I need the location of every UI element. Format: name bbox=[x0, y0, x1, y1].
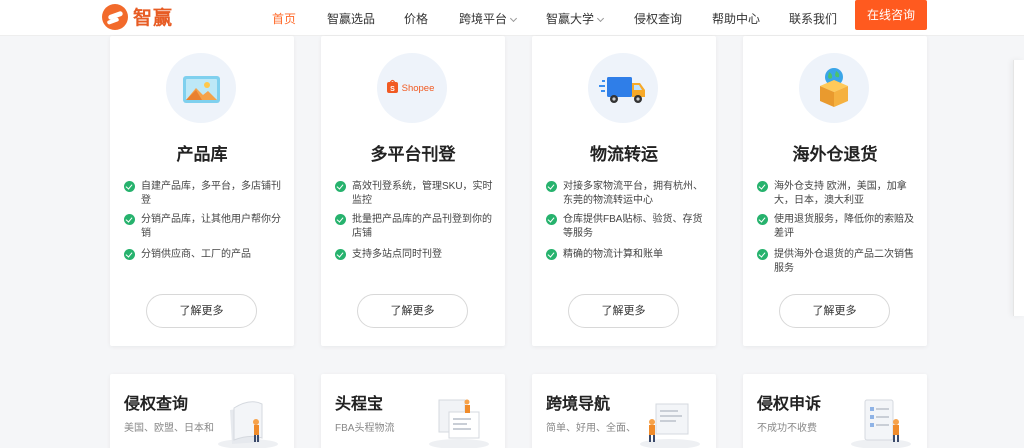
check-circle-icon bbox=[546, 214, 557, 225]
check-circle-icon bbox=[546, 181, 557, 192]
check-circle-icon bbox=[335, 214, 346, 225]
service-card-subtitle: 美国、欧盟、日本和 bbox=[124, 423, 214, 434]
chevron-down-icon bbox=[509, 14, 518, 23]
check-circle-icon bbox=[124, 249, 135, 260]
learn-more-button[interactable]: 了解更多 bbox=[779, 294, 890, 328]
check-circle-icon bbox=[757, 181, 768, 192]
service-card-title: 头程宝 bbox=[335, 396, 384, 413]
feature-card-product-library: 产品库 自建产品库，多平台，多店铺刊登 分销产品库，让其他用户帮你分销 分销供应… bbox=[110, 36, 294, 346]
delivery-truck-icon bbox=[588, 53, 658, 123]
nav-home[interactable]: 首页 bbox=[272, 10, 296, 27]
nav-product-selection[interactable]: 智赢选品 bbox=[327, 10, 375, 27]
card-title: 产品库 bbox=[176, 145, 228, 164]
check-circle-icon bbox=[335, 249, 346, 260]
check-circle-icon bbox=[124, 181, 135, 192]
check-circle-icon bbox=[757, 214, 768, 225]
check-circle-icon bbox=[124, 214, 135, 225]
navigation-board-icon bbox=[640, 403, 700, 448]
service-card-infringement-check[interactable]: 侵权查询 美国、欧盟、日本和 bbox=[110, 374, 294, 448]
service-card-title: 侵权查询 bbox=[124, 396, 189, 413]
service-card-subtitle: FBA头程物流 bbox=[335, 423, 395, 434]
checklist-person-icon bbox=[851, 399, 911, 448]
check-circle-icon bbox=[546, 249, 557, 260]
service-card-cross-border-navigation[interactable]: 跨境导航 简单、好用、全面、 bbox=[532, 374, 716, 448]
shopee-logo-text: Shopee bbox=[402, 83, 435, 94]
floating-sidebar[interactable] bbox=[1013, 60, 1024, 316]
online-consult-button[interactable]: 在线咨询 bbox=[855, 0, 927, 30]
nav-cross-border-platforms[interactable]: 跨境平台 bbox=[459, 10, 518, 27]
feature-card-overseas-returns: 海外仓退货 海外仓支持 欧洲，美国，加拿大，日本，澳大利亚 使用退货服务，降低你… bbox=[743, 36, 927, 346]
service-card-title: 侵权申诉 bbox=[757, 396, 822, 413]
feature-item: 支持多站点同时刊登 bbox=[335, 248, 501, 262]
learn-more-button[interactable]: 了解更多 bbox=[146, 294, 257, 328]
chevron-down-icon bbox=[596, 14, 605, 23]
image-gallery-icon bbox=[166, 53, 236, 123]
feature-item: 对接多家物流平台，拥有杭州、东莞的物流转运中心 bbox=[546, 180, 712, 208]
service-card-infringement-appeal[interactable]: 侵权申诉 不成功不收费 bbox=[743, 374, 927, 448]
feature-item: 精确的物流计算和账单 bbox=[546, 248, 712, 262]
top-header: 智赢 首页 智赢选品 价格 跨境平台 智赢大学 侵权查询 帮助中心 联系我们 在… bbox=[0, 0, 1024, 36]
nav-infringement-check[interactable]: 侵权查询 bbox=[634, 10, 682, 27]
nav-pricing[interactable]: 价格 bbox=[404, 10, 428, 27]
card-title: 物流转运 bbox=[590, 145, 658, 164]
feature-item: 高效刊登系统，管理SKU，实时监控 bbox=[335, 180, 501, 208]
svg-text:S: S bbox=[390, 86, 395, 93]
learn-more-button[interactable]: 了解更多 bbox=[357, 294, 468, 328]
feature-card-logistics: 物流转运 对接多家物流平台，拥有杭州、东莞的物流转运中心 仓库提供FBA贴标、验… bbox=[532, 36, 716, 346]
check-circle-icon bbox=[335, 181, 346, 192]
globe-box-icon bbox=[799, 53, 869, 123]
check-circle-icon bbox=[757, 249, 768, 260]
feature-item: 海外仓支持 欧洲，美国，加拿大，日本，澳大利亚 bbox=[757, 180, 923, 208]
nav-university[interactable]: 智赢大学 bbox=[546, 10, 605, 27]
feature-item: 自建产品库，多平台，多店铺刊登 bbox=[124, 180, 290, 208]
card-title: 海外仓退货 bbox=[792, 145, 878, 164]
service-card-title: 跨境导航 bbox=[546, 396, 611, 413]
service-card-first-leg-logistics[interactable]: 头程宝 FBA头程物流 bbox=[321, 374, 505, 448]
document-person-icon bbox=[218, 401, 278, 448]
service-card-subtitle: 简单、好用、全面、 bbox=[546, 423, 636, 434]
feature-item: 批量把产品库的产品刊登到你的店铺 bbox=[335, 213, 501, 241]
learn-more-button[interactable]: 了解更多 bbox=[568, 294, 679, 328]
feature-item: 提供海外仓退货的产品二次销售服务 bbox=[757, 248, 923, 276]
card-title: 多平台刊登 bbox=[370, 145, 456, 164]
feature-item: 分销供应商、工厂的产品 bbox=[124, 248, 290, 262]
feature-item: 仓库提供FBA贴标、验货、存货等服务 bbox=[546, 213, 712, 241]
service-card-subtitle: 不成功不收费 bbox=[757, 423, 817, 434]
nav-contact-us[interactable]: 联系我们 bbox=[789, 10, 837, 27]
shopee-bag-icon: S Shopee bbox=[377, 53, 447, 123]
feature-item: 分销产品库，让其他用户帮你分销 bbox=[124, 213, 290, 241]
shipping-forms-icon bbox=[429, 399, 489, 448]
feature-card-multi-platform-listing: S Shopee 多平台刊登 高效刊登系统，管理SKU，实时监控 批量把产品库的… bbox=[321, 36, 505, 346]
nav-help-center[interactable]: 帮助中心 bbox=[712, 10, 760, 27]
feature-item: 使用退货服务，降低你的索赔及差评 bbox=[757, 213, 923, 241]
